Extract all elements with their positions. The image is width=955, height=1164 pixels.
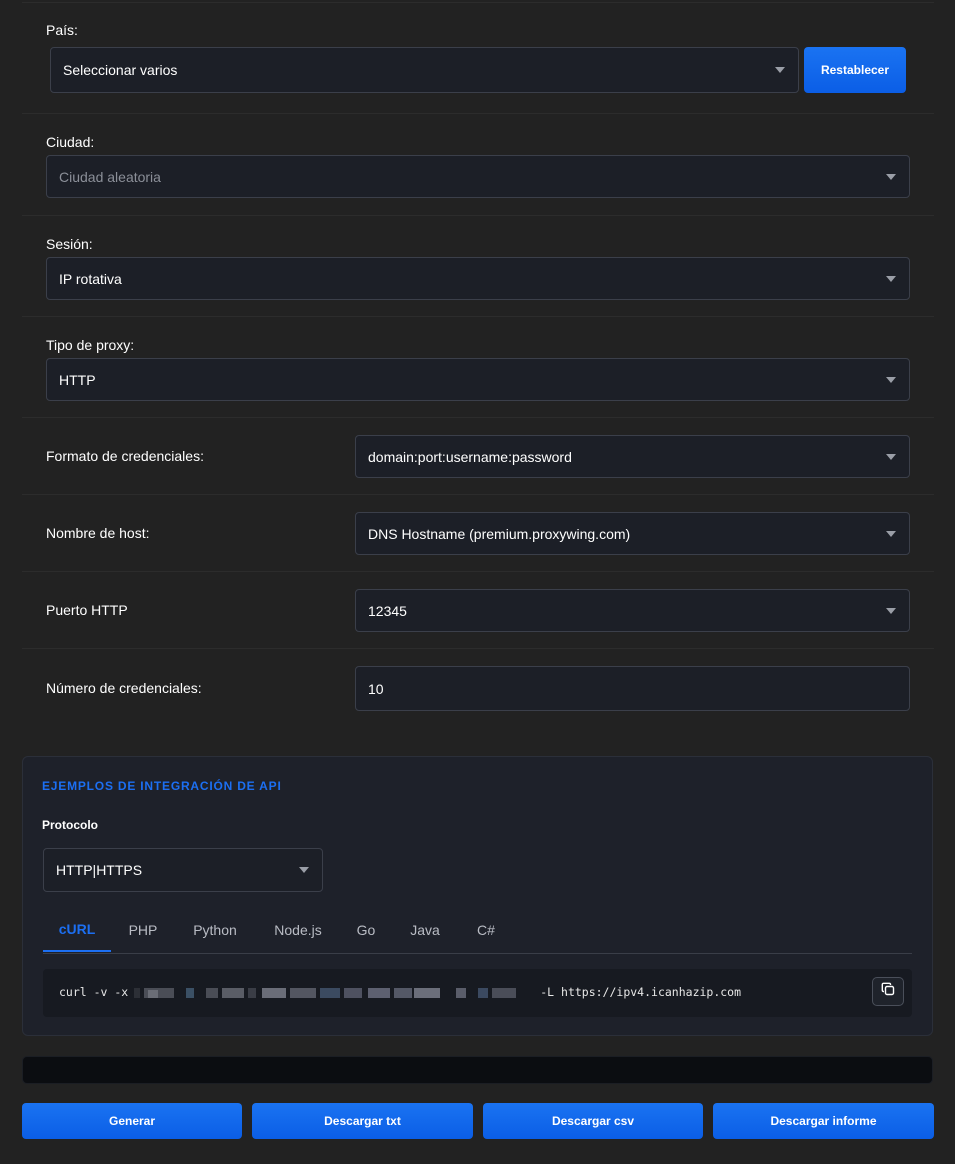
reset-country-button[interactable]: Restablecer bbox=[804, 47, 906, 93]
credential-count-input[interactable]: 10 bbox=[355, 666, 910, 711]
divider bbox=[22, 2, 934, 3]
session-label: Sesión: bbox=[46, 236, 93, 252]
proxy-type-select-value: HTTP bbox=[59, 371, 96, 388]
chevron-down-icon bbox=[886, 453, 896, 460]
hostname-select-value: DNS Hostname (premium.proxywing.com) bbox=[368, 525, 631, 542]
credential-format-label: Formato de credenciales: bbox=[46, 448, 204, 464]
credential-count-value: 10 bbox=[368, 680, 384, 697]
download-csv-button[interactable]: Descargar csv bbox=[483, 1103, 703, 1139]
redacted-credentials bbox=[134, 987, 534, 999]
chevron-down-icon bbox=[886, 173, 896, 180]
divider bbox=[22, 215, 934, 216]
country-select[interactable]: Seleccionar varios bbox=[50, 47, 799, 93]
api-integration-card: EJEMPLOS DE INTEGRACIÓN DE API Protocolo… bbox=[22, 756, 933, 1036]
country-label: País: bbox=[46, 22, 78, 38]
hostname-label: Nombre de host: bbox=[46, 525, 150, 541]
chevron-down-icon bbox=[886, 275, 896, 282]
port-select[interactable]: 12345 bbox=[355, 589, 910, 632]
protocol-select-value: HTTP|HTTPS bbox=[56, 862, 143, 878]
protocol-label: Protocolo bbox=[42, 818, 98, 832]
protocol-select[interactable]: HTTP|HTTPS bbox=[43, 848, 323, 892]
tab-go[interactable]: Go bbox=[349, 907, 383, 952]
city-label: Ciudad: bbox=[46, 134, 95, 150]
divider bbox=[22, 648, 934, 649]
tab-nodejs[interactable]: Node.js bbox=[265, 907, 331, 952]
credential-count-label: Número de credenciales: bbox=[46, 680, 202, 696]
port-select-value: 12345 bbox=[368, 602, 407, 619]
api-section-title: EJEMPLOS DE INTEGRACIÓN DE API bbox=[42, 779, 282, 793]
tab-php[interactable]: PHP bbox=[121, 907, 165, 952]
proxy-type-select[interactable]: HTTP bbox=[46, 358, 910, 401]
language-tabs: cURL PHP Python Node.js Go Java C# bbox=[43, 907, 912, 954]
download-report-button[interactable]: Descargar informe bbox=[713, 1103, 934, 1139]
port-label: Puerto HTTP bbox=[46, 602, 128, 618]
code-suffix: -L https://ipv4.icanhazip.com bbox=[540, 985, 742, 999]
download-txt-button[interactable]: Descargar txt bbox=[252, 1103, 473, 1139]
proxy-type-label: Tipo de proxy: bbox=[46, 337, 135, 353]
copy-icon bbox=[881, 982, 895, 1001]
credential-format-select[interactable]: domain:port:username:password bbox=[355, 435, 910, 478]
divider bbox=[22, 316, 934, 317]
code-snippet: curl -v -x -L https://ipv4.icanhazip.com bbox=[59, 985, 741, 999]
divider bbox=[22, 417, 934, 418]
hostname-select[interactable]: DNS Hostname (premium.proxywing.com) bbox=[355, 512, 910, 555]
chevron-down-icon bbox=[886, 376, 896, 383]
copy-button[interactable] bbox=[872, 977, 904, 1006]
generate-button[interactable]: Generar bbox=[22, 1103, 242, 1139]
chevron-down-icon bbox=[886, 607, 896, 614]
session-select[interactable]: IP rotativa bbox=[46, 257, 910, 300]
chevron-down-icon bbox=[886, 530, 896, 537]
code-prefix: curl -v -x bbox=[59, 985, 129, 999]
session-select-value: IP rotativa bbox=[59, 270, 122, 287]
chevron-down-icon bbox=[299, 867, 309, 873]
country-select-value: Seleccionar varios bbox=[63, 62, 178, 78]
credential-format-select-value: domain:port:username:password bbox=[368, 448, 572, 465]
chevron-down-icon bbox=[775, 67, 785, 73]
city-select-placeholder: Ciudad aleatoria bbox=[59, 168, 161, 185]
divider bbox=[22, 494, 934, 495]
divider bbox=[22, 571, 934, 572]
output-area bbox=[22, 1056, 933, 1084]
code-snippet-box: curl -v -x -L https://ipv4.icanhazip.com bbox=[43, 969, 912, 1017]
divider bbox=[22, 113, 934, 114]
tab-curl[interactable]: cURL bbox=[43, 907, 111, 952]
tab-python[interactable]: Python bbox=[185, 907, 245, 952]
tab-csharp[interactable]: C# bbox=[469, 907, 503, 952]
city-select[interactable]: Ciudad aleatoria bbox=[46, 155, 910, 198]
tab-java[interactable]: Java bbox=[403, 907, 447, 952]
